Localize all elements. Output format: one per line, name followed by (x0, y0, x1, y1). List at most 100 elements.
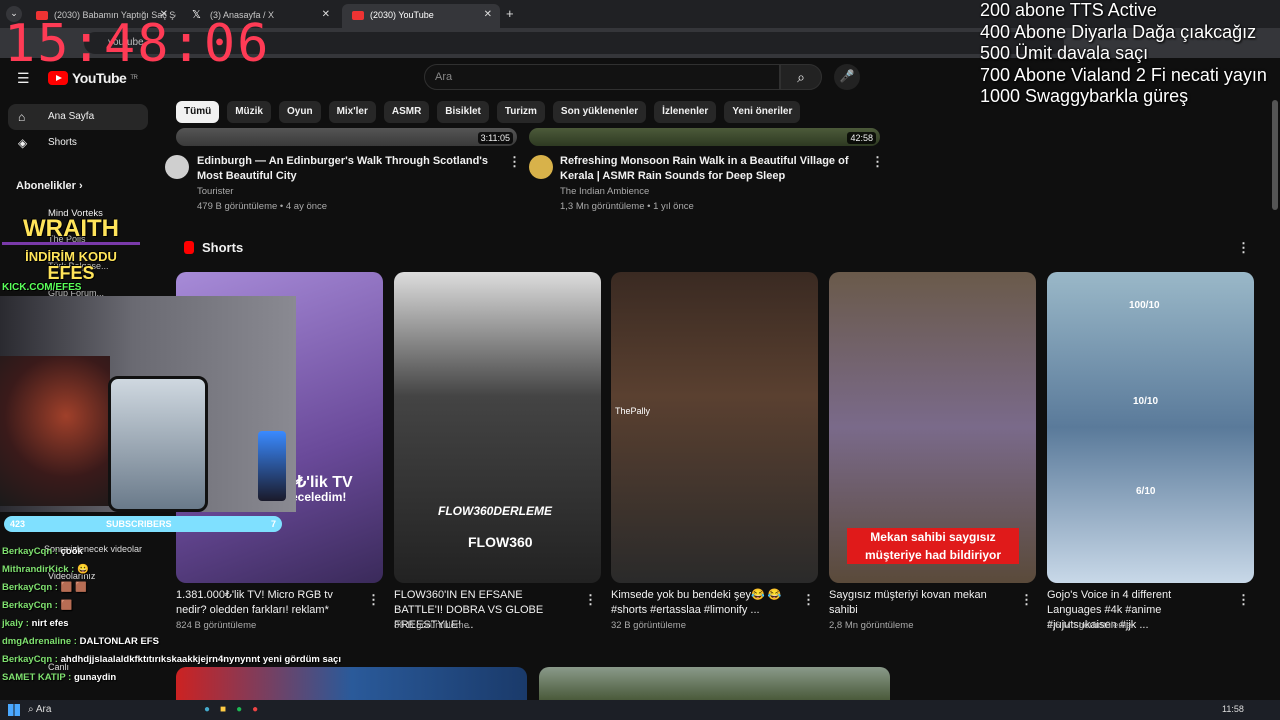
webcam-tapestry (0, 356, 110, 506)
filter-chip[interactable]: Yeni öneriler (724, 101, 801, 123)
shorts-logo-icon (184, 241, 194, 254)
webcam-phone (108, 376, 208, 512)
chat-message: BerkayCqn : 🟫 🟫 (2, 579, 342, 597)
taskbar-search-label: Ara (35, 704, 52, 715)
more-icon[interactable]: ⋮ (367, 592, 380, 608)
filter-chip[interactable]: Bisiklet (437, 101, 489, 123)
channel-avatar[interactable] (165, 155, 189, 179)
tab-3-title: (2030) YouTube (370, 10, 434, 20)
filter-chip[interactable]: Müzik (227, 101, 271, 123)
channel-name[interactable]: Tourister (197, 184, 233, 199)
chat-message: BerkayCqn : çöök (2, 543, 342, 561)
sidebar-item-shorts[interactable]: ◈ Shorts (8, 130, 148, 156)
video-meta: 479 B görüntüleme • 4 ay önce (197, 201, 328, 212)
video-title[interactable]: Refreshing Monsoon Rain Walk in a Beauti… (560, 154, 865, 184)
search-button[interactable]: ⌕ (780, 64, 822, 90)
chat-username: SAMET KATIP : (2, 672, 72, 683)
chat-message: dmgAdrenaline : DALTONLAR EFS (2, 633, 342, 651)
webcam-feed (0, 296, 296, 512)
channel-avatar[interactable] (529, 155, 553, 179)
explorer-icon[interactable]: ■ (220, 704, 226, 715)
goal-line: 500 Ümit davala saçı (980, 43, 1149, 63)
chat-username: BerkayCqn : (2, 546, 58, 557)
chat-username: BerkayCqn : (2, 600, 58, 611)
video-thumbnail[interactable] (539, 667, 890, 700)
close-icon[interactable]: ✕ (484, 9, 492, 20)
filter-chip[interactable]: Son yüklenenler (552, 101, 647, 123)
short-views: 80 B görüntüleme (394, 620, 469, 631)
filter-chip[interactable]: Mix'ler (328, 101, 376, 123)
chat-text: çöök (60, 546, 83, 557)
short-overlay-text: ₺'lik TV (296, 474, 353, 491)
short-overlay-text: ThePally (615, 406, 651, 416)
video-thumbnail[interactable]: 42:58 (529, 128, 880, 146)
chat-text: 🟫 🟫 (60, 582, 87, 593)
search-input[interactable]: Ara (424, 64, 780, 90)
chat-message: MithrandirKick : 😀 (2, 561, 342, 579)
spotify-icon[interactable]: ● (236, 704, 242, 715)
home-icon: ⌂ (18, 110, 26, 124)
filter-chip[interactable]: ASMR (383, 101, 430, 123)
goal-line: 400 Abone Diyarla Dağa çıakcağız (980, 21, 1257, 42)
chat-username: dmgAdrenaline : (2, 636, 77, 647)
short-thumbnail[interactable]: Mekan sahibi saygısız müşteriye had bild… (829, 272, 1036, 583)
chat-message: BerkayCqn : ahdhdjjslaalaldkfktıtırıkska… (2, 651, 342, 669)
subscriber-count: 423 (10, 519, 26, 529)
channel-name[interactable]: The Indian Ambience (560, 184, 649, 199)
filter-chip[interactable]: Turizm (496, 101, 545, 123)
sidebar-item-home[interactable]: ⌂ Ana Sayfa (8, 104, 148, 130)
shorts-more-icon[interactable]: ⋮ (1237, 240, 1250, 256)
goal-line: 700 Abone Vialand 2 Fi necati yayın (980, 64, 1267, 85)
more-icon[interactable]: ⋮ (508, 154, 521, 170)
filter-chip[interactable]: Oyun (279, 101, 321, 123)
short-thumbnail[interactable]: ThePally (611, 272, 818, 583)
video-title[interactable]: Edinburgh — An Edinburger's Walk Through… (197, 154, 497, 184)
taskbar-clock: 11:58 (1222, 704, 1244, 714)
taskbar-search[interactable]: ⌕ Ara (28, 702, 154, 718)
short-overlay-text: FLOW360 (468, 534, 533, 550)
more-icon[interactable]: ⋮ (1237, 592, 1250, 608)
logo-region: TR (130, 75, 138, 81)
edge-icon[interactable]: ● (204, 704, 210, 715)
short-thumbnail[interactable]: FLOW360DERLEME FLOW360 (394, 272, 601, 583)
chat-overlay: BerkayCqn : çöök MithrandirKick : 😀 Berkay… (2, 543, 342, 687)
subscriptions-header[interactable]: Abonelikler › (16, 180, 83, 192)
sponsor-banner: WRAITH İNDİRİM KODU EFES KICK.COM/EFES (2, 216, 140, 293)
chat-username: BerkayCqn : (2, 654, 58, 665)
more-icon[interactable]: ⋮ (584, 592, 597, 608)
chat-username: MithrandirKick : (2, 564, 75, 575)
filter-chip[interactable]: Tümü (176, 101, 220, 123)
more-icon[interactable]: ⋮ (1020, 592, 1033, 608)
webcam-mic (258, 431, 286, 501)
filter-chip[interactable]: İzlenenler (654, 101, 717, 123)
os-taskbar: ⌕ Ara ● ■ ● ● 11:58 (0, 700, 1280, 720)
subscriber-progress-bar: 423 SUBSCRIBERS 7 (4, 516, 282, 532)
shorts-header: Shorts (202, 240, 244, 255)
goal-line: 200 abone TTS Active (980, 0, 1157, 20)
more-icon[interactable]: ⋮ (802, 592, 815, 608)
short-thumbnail[interactable]: 100/10 10/10 6/10 (1047, 272, 1254, 583)
video-duration: 42:58 (847, 132, 876, 144)
search-placeholder: Ara (435, 71, 453, 83)
mic-icon[interactable]: 🎤 (834, 64, 860, 90)
chat-message: SAMET KATIP : gunaydin (2, 669, 342, 687)
close-icon[interactable]: ✕ (322, 9, 330, 20)
chat-message: BerkayCqn : 🟫 (2, 597, 342, 615)
chat-text: DALTONLAR EFS (79, 636, 159, 647)
more-icon[interactable]: ⋮ (871, 154, 884, 170)
tab-3-active[interactable]: (2030) YouTube ✕ (342, 4, 500, 28)
video-thumbnail[interactable]: 3:11:05 (176, 128, 517, 146)
short-views: 2,8 Mn görüntüleme (829, 620, 914, 631)
short-overlay-text: Mekan sahibi saygısız müşteriye had bild… (847, 528, 1019, 564)
chat-text: 😀 (76, 564, 89, 575)
chat-text: 🟫 (60, 600, 73, 611)
short-title[interactable]: Kimsede yok bu bendeki şey😂 😂 #shorts #e… (611, 588, 791, 618)
subscriber-label: SUBSCRIBERS (106, 519, 172, 529)
new-tab-button[interactable]: + (506, 6, 514, 21)
chrome-icon[interactable]: ● (252, 704, 258, 715)
short-title[interactable]: Saygısız müşteriyi kovan mekan sahibi (829, 588, 1009, 618)
page-scrollbar[interactable] (1272, 100, 1278, 210)
sponsor-code: EFES (47, 263, 95, 283)
windows-icon[interactable] (8, 704, 20, 716)
subscriber-goal: 7 (271, 519, 277, 529)
